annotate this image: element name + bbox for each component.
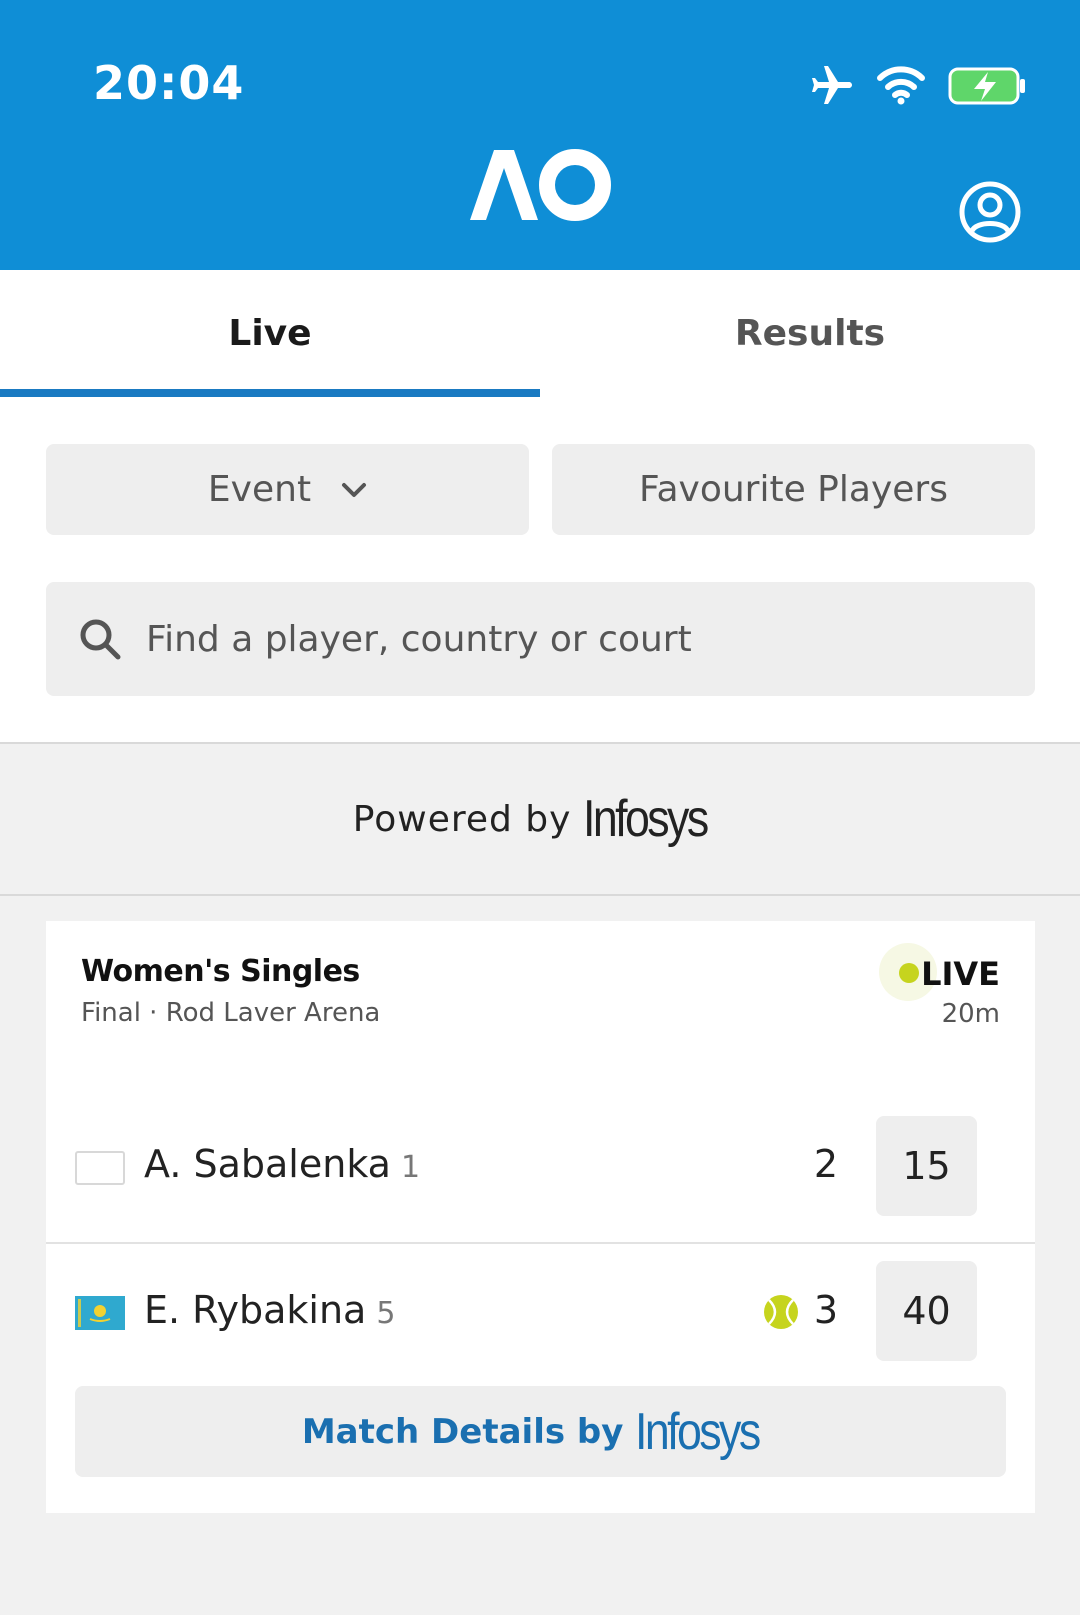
wifi-icon: [877, 66, 925, 105]
search-input[interactable]: [146, 604, 1006, 674]
event-title: Women's Singles: [81, 954, 360, 989]
status-icons: [808, 62, 1038, 112]
player-name: E. Rybakina: [144, 1288, 367, 1332]
chevron-down-icon: [341, 481, 367, 499]
tab-live[interactable]: Live: [0, 270, 540, 397]
match-details-button[interactable]: Match Details by Infosys: [75, 1386, 1006, 1477]
app-screen: 20:04 Live Results Event Favourite Playe…: [0, 0, 1080, 1615]
player-name-container: E. Rybakina 5: [144, 1288, 395, 1332]
current-game-points: 15: [876, 1116, 977, 1216]
active-tab-indicator: [0, 389, 540, 397]
flag-icon: [75, 1151, 125, 1185]
player-name-container: A. Sabalenka 1: [144, 1142, 420, 1186]
tab-bar: Live Results: [0, 270, 1080, 397]
sets-won: 3: [813, 1288, 839, 1332]
status-time: 20:04: [93, 56, 245, 110]
live-status-badge: LIVE: [921, 955, 1000, 993]
battery-charging-icon: [948, 67, 1025, 105]
current-game-points: 40: [876, 1261, 977, 1361]
event-dropdown-label: Event: [207, 469, 312, 510]
player-seed: 1: [400, 1150, 421, 1185]
tab-results[interactable]: Results: [540, 270, 1080, 397]
player-row[interactable]: A. Sabalenka 1 2 15: [46, 1094, 1035, 1244]
search-box: [46, 582, 1035, 696]
serving-ball-icon: [764, 1295, 798, 1329]
player-seed: 5: [376, 1296, 396, 1331]
infosys-logo: Infosys: [583, 790, 709, 848]
favourite-players-button[interactable]: Favourite Players: [552, 444, 1035, 535]
powered-by-banner: Powered by Infosys: [0, 744, 1080, 896]
search-icon: [80, 619, 121, 660]
ao-logo: [470, 149, 611, 221]
match-duration: 20m: [941, 999, 1000, 1029]
match-round-court: Final · Rod Laver Arena: [81, 998, 381, 1028]
airplane-icon: [812, 66, 852, 104]
infosys-logo: Infosys: [635, 1402, 761, 1461]
kazakhstan-flag-icon: [75, 1296, 125, 1330]
event-dropdown-button[interactable]: Event: [46, 444, 529, 535]
player-row[interactable]: E. Rybakina 5 3 40: [46, 1246, 1035, 1396]
filter-section: Event Favourite Players: [0, 397, 1080, 744]
sets-won: 2: [813, 1142, 839, 1186]
match-card[interactable]: Women's Singles Final · Rod Laver Arena …: [46, 921, 1035, 1513]
match-details-label: Match Details by: [301, 1411, 624, 1452]
powered-by-text: Powered by: [352, 798, 572, 840]
account-icon[interactable]: [958, 180, 1022, 244]
player-name: A. Sabalenka: [144, 1142, 391, 1186]
app-header: 20:04: [0, 0, 1080, 270]
live-dot-icon: [899, 963, 919, 983]
